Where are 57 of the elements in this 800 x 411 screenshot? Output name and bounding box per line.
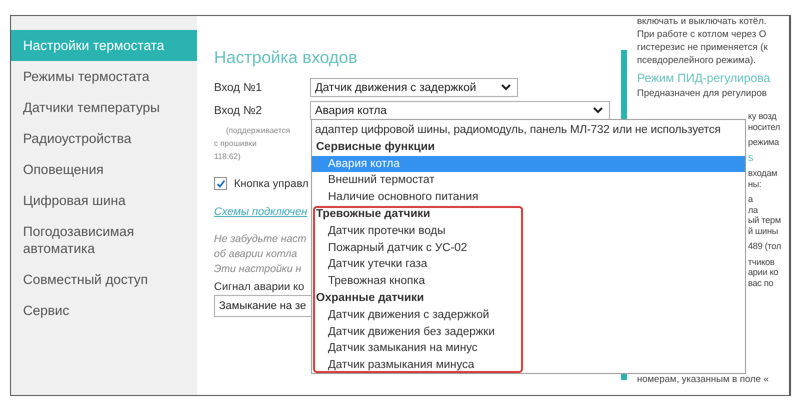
dropdown-option[interactable]: Датчик утечки газа <box>312 256 745 274</box>
option-group-label: Сервисные функции <box>315 140 436 155</box>
help-text: гистерезис не применяется (к <box>637 42 769 53</box>
select-field[interactable]: Датчик движения с задержкой <box>310 78 518 97</box>
sidebar-item[interactable]: Сервис <box>11 295 173 326</box>
help-text: При работе с котлом через О <box>637 29 768 40</box>
chevron-icon <box>593 107 603 114</box>
help-text: носител <box>748 122 780 132</box>
sidebar-item[interactable]: Датчики температуры <box>11 92 173 123</box>
help-text: вас по <box>748 278 774 288</box>
help-text: ны: <box>748 178 762 188</box>
help-text: ла <box>748 204 758 214</box>
note-text: Не забудьте наст <box>214 232 306 247</box>
help-text: а <box>748 194 753 204</box>
dropdown-option[interactable]: Внешний термостат <box>312 172 745 190</box>
firmware-note: с прошивки <box>214 138 257 150</box>
input-label: Вход №2 <box>214 104 263 116</box>
dropdown-option[interactable]: Датчик размыкания минуса <box>312 357 745 374</box>
sidebar-item[interactable]: Совместный доступ <box>11 264 173 295</box>
sidebar-item[interactable]: Радиоустройства <box>11 123 173 154</box>
option-group-label: Тревожные датчики <box>315 206 432 222</box>
help-text: арии ко <box>748 267 778 277</box>
firmware-note: (поддерживается <box>225 125 290 137</box>
help-text: входам <box>748 168 778 178</box>
sidebar-item[interactable]: Цифровая шина <box>11 185 173 216</box>
chevron-icon <box>501 84 511 91</box>
dropdown-option[interactable]: Датчик движения без задержки <box>312 324 745 340</box>
dropdown-option[interactable]: адаптер цифровой шины, радиомодуль, панель МЛ-732 или не используется <box>312 122 745 139</box>
select-field[interactable]: Авария котла <box>310 101 610 120</box>
dropdown-option[interactable]: Датчик протечки воды <box>312 222 745 240</box>
help-text: тчиков <box>748 256 774 266</box>
sidebar-item[interactable]: Оповещения <box>11 154 173 185</box>
help-text: номерам, указанным в поле « <box>637 374 769 385</box>
dropdown-option[interactable]: Датчик замыкания на минус <box>312 340 745 358</box>
sidebar-item[interactable]: Режимы термостата <box>11 61 173 92</box>
dropdown-option[interactable]: Пожарный датчик с УС-02 <box>312 240 745 256</box>
help-text: включать и выключать котёл. <box>637 16 768 27</box>
section-title: Настройка входов <box>214 48 358 68</box>
help-text: Предназначен для регулиров <box>637 88 768 99</box>
dropdown-option[interactable]: Наличие основного питания <box>312 189 745 206</box>
help-heading: s <box>748 152 754 164</box>
signal-label: Сигнал аварии ко <box>214 281 304 293</box>
input-label: Вход №1 <box>214 82 263 94</box>
help-text: псевдорелейного режима). <box>637 55 757 66</box>
note-text: об аварии котла <box>214 247 298 262</box>
help-text: ый терм <box>748 215 781 225</box>
help-heading: Режим ПИД-регулирова <box>637 71 772 85</box>
help-text: ку возд <box>748 111 776 121</box>
firmware-note: 118:62) <box>214 151 241 163</box>
dropdown-option[interactable]: Тревожная кнопка <box>312 273 745 290</box>
checkbox-label: Кнопка управл <box>234 178 308 190</box>
checkbox[interactable] <box>214 177 227 190</box>
help-text: й шины <box>748 226 778 236</box>
sidebar-item[interactable]: Погодозависимая автоматика <box>11 216 173 264</box>
note-text: Эти настройки н <box>214 262 302 277</box>
help-text: режима <box>748 137 779 147</box>
help-text: 489 (тол <box>748 241 781 251</box>
